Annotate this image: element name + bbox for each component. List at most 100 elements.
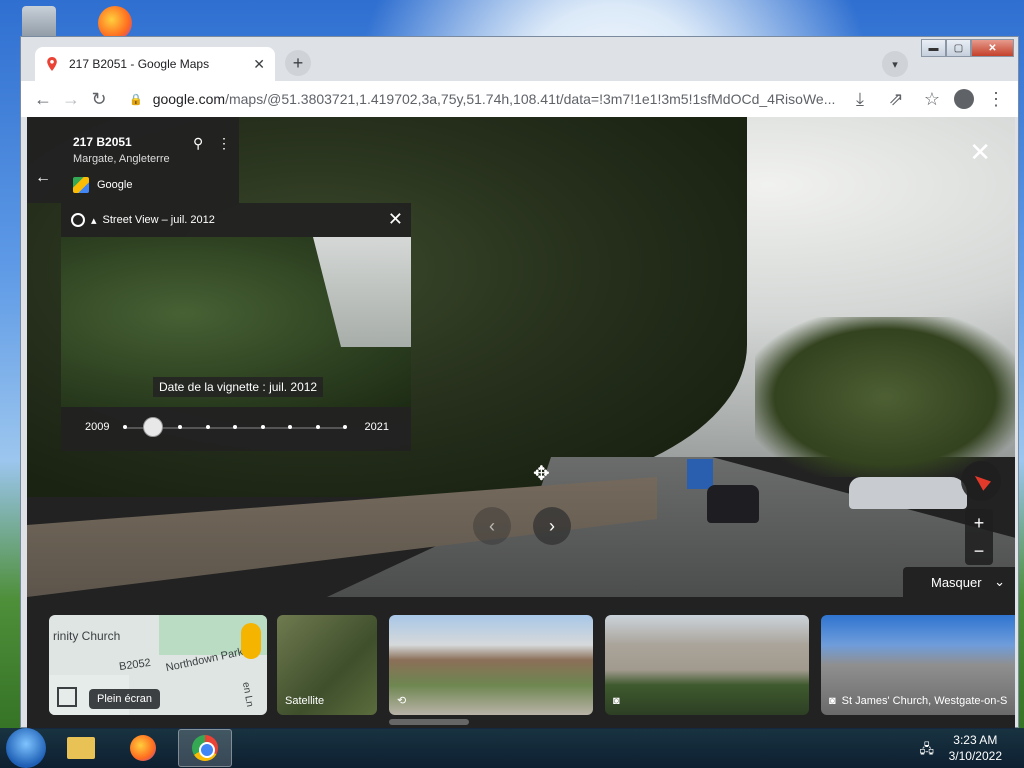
nav-prev-arrow[interactable]: ‹ bbox=[473, 507, 511, 545]
maximize-button[interactable]: ▢ bbox=[946, 39, 971, 57]
compass-icon[interactable] bbox=[961, 461, 1001, 501]
fullscreen-icon[interactable] bbox=[57, 687, 77, 707]
minimap-card[interactable]: rinity Church B2052 Northdown Park R en … bbox=[49, 615, 267, 715]
minimize-button[interactable]: ▬ bbox=[921, 39, 946, 57]
satellite-label: Satellite bbox=[285, 695, 325, 707]
pano-trees-right bbox=[755, 317, 1015, 477]
pegman-icon[interactable] bbox=[241, 623, 261, 659]
reload-button[interactable]: ↻ bbox=[85, 85, 113, 113]
photo-card-3-label: St James' Church, Westgate-on-S bbox=[841, 695, 1008, 707]
move-cursor-icon: ✥ bbox=[533, 463, 550, 485]
slider-knob[interactable] bbox=[142, 417, 163, 437]
map-label-lane: en Ln bbox=[239, 681, 256, 708]
timeline-slider[interactable]: 2009 2021 bbox=[61, 413, 411, 443]
source-label: Google bbox=[97, 179, 133, 191]
camera-icon: ◙ bbox=[829, 695, 836, 707]
nav-next-arrow[interactable]: › bbox=[533, 507, 571, 545]
slider-year-dot[interactable] bbox=[233, 425, 237, 429]
slider-year-dot[interactable] bbox=[205, 425, 210, 429]
timeline-header[interactable]: ▴ Street View – juil. 2012 bbox=[71, 213, 215, 227]
more-options-icon[interactable]: ⋮ bbox=[217, 135, 231, 152]
close-timeline-icon[interactable]: ✕ bbox=[388, 209, 403, 230]
new-tab-button[interactable]: + bbox=[285, 50, 311, 76]
zoom-control: + − bbox=[965, 509, 993, 565]
chrome-window: 217 B2051 - Google Maps ✕ + ▾ ▬ ▢ ✕ ← → … bbox=[20, 36, 1019, 729]
address-bar[interactable]: 🔒 google.com/maps/@51.3803721,1.419702,3… bbox=[121, 85, 838, 113]
clock-time: 3:23 AM bbox=[953, 733, 998, 747]
hide-label: Masquer bbox=[931, 574, 982, 590]
back-button[interactable]: ← bbox=[29, 85, 57, 113]
time-travel-panel: ▴ Street View – juil. 2012 ✕ Date de la … bbox=[61, 203, 411, 451]
chrome-menu-icon[interactable]: ⋮ bbox=[982, 85, 1010, 113]
slider-year-dot[interactable] bbox=[123, 425, 127, 429]
strip-scrollbar[interactable] bbox=[389, 719, 469, 725]
url-path: /maps/@51.3803721,1.419702,3a,75y,51.74h… bbox=[225, 91, 836, 107]
image-source: Google bbox=[73, 177, 132, 193]
location-pin-icon[interactable]: ⚲ bbox=[193, 135, 203, 152]
street-view-panorama[interactable]: ✕ ✥ ‹ › + − Masquer ⌄ ← 217 B2051 Margat… bbox=[27, 117, 1015, 597]
firefox-desktop-icon[interactable] bbox=[98, 6, 132, 40]
location-address: 217 B2051 bbox=[73, 135, 132, 149]
tab-google-maps[interactable]: 217 B2051 - Google Maps ✕ bbox=[35, 47, 275, 81]
back-arrow-icon[interactable]: ← bbox=[35, 169, 51, 187]
zoom-in-button[interactable]: + bbox=[974, 513, 985, 534]
close-window-button[interactable]: ✕ bbox=[971, 39, 1014, 57]
photo-card-2[interactable]: ◙ bbox=[605, 615, 809, 715]
location-city: Margate, Angleterre bbox=[73, 153, 170, 165]
close-street-view-icon[interactable]: ✕ bbox=[969, 137, 991, 168]
thumbnail-sky bbox=[313, 237, 411, 347]
url-host: google.com bbox=[152, 91, 226, 107]
pano-360-icon: ⟲ bbox=[397, 695, 407, 707]
slider-year-dot[interactable] bbox=[343, 425, 347, 429]
thumbnail-date-caption: Date de la vignette : juil. 2012 bbox=[153, 377, 324, 397]
google-logo-icon bbox=[73, 177, 89, 193]
tab-search-button[interactable]: ▾ bbox=[882, 51, 908, 77]
windows-taskbar: 🖧 3:23 AM 3/10/2022 bbox=[0, 728, 1024, 768]
photo-strip: rinity Church B2052 Northdown Park R en … bbox=[27, 597, 1015, 729]
lock-icon[interactable]: 🔒 bbox=[129, 93, 143, 106]
street-view-viewport[interactable]: ✕ ✥ ‹ › + − Masquer ⌄ ← 217 B2051 Margat… bbox=[27, 117, 1015, 729]
location-info-panel: ← 217 B2051 Margate, Angleterre Google ⚲… bbox=[27, 117, 239, 203]
chrome-icon bbox=[192, 735, 218, 761]
hide-strip-button[interactable]: Masquer ⌄ bbox=[903, 567, 1015, 597]
tab-strip: 217 B2051 - Google Maps ✕ + ▾ ▬ ▢ ✕ bbox=[21, 37, 1018, 81]
toolbar-actions: ⤓ ⇗ ☆ ⋮ bbox=[846, 85, 1010, 113]
system-clock[interactable]: 3:23 AM 3/10/2022 bbox=[949, 732, 1002, 764]
collapse-chevron-icon: ⌄ bbox=[994, 574, 1005, 589]
zoom-out-button[interactable]: − bbox=[974, 541, 985, 562]
map-label-road: B2052 bbox=[118, 656, 152, 674]
taskbar-explorer[interactable] bbox=[54, 729, 108, 767]
fullscreen-tooltip: Plein écran bbox=[89, 689, 161, 709]
tab-title: 217 B2051 - Google Maps bbox=[69, 57, 210, 71]
camera-icon: ◙ bbox=[613, 695, 620, 707]
install-icon[interactable]: ⤓ bbox=[846, 85, 874, 113]
timeline-thumbnail[interactable]: Date de la vignette : juil. 2012 bbox=[61, 237, 411, 407]
clock-date: 3/10/2022 bbox=[948, 749, 1002, 763]
photo-card-1[interactable]: ⟲ bbox=[389, 615, 593, 715]
satellite-card[interactable]: Satellite bbox=[277, 615, 377, 715]
taskbar-chrome[interactable] bbox=[178, 729, 232, 767]
share-icon[interactable]: ⇗ bbox=[882, 85, 910, 113]
taskbar-firefox[interactable] bbox=[116, 729, 170, 767]
forward-button[interactable]: → bbox=[57, 85, 85, 113]
network-icon[interactable]: 🖧 bbox=[920, 740, 935, 762]
bookmark-star-icon[interactable]: ☆ bbox=[918, 85, 946, 113]
recycle-bin-icon[interactable] bbox=[22, 6, 56, 40]
slider-year-dot[interactable] bbox=[288, 425, 292, 429]
slider-year-dot[interactable] bbox=[315, 425, 320, 429]
pano-car-dark bbox=[707, 485, 759, 523]
folder-icon bbox=[67, 737, 95, 759]
map-label-church: rinity Church bbox=[53, 629, 121, 643]
slider-year-dot[interactable] bbox=[178, 425, 182, 429]
pano-truck bbox=[687, 459, 713, 489]
timeline-caret-icon: ▴ bbox=[91, 214, 97, 227]
slider-year-dot[interactable] bbox=[260, 425, 265, 429]
compass-needle bbox=[971, 471, 991, 491]
window-controls: ▬ ▢ ✕ bbox=[921, 39, 1014, 57]
pano-car-silver bbox=[849, 477, 967, 509]
photo-card-3[interactable]: ◙ St James' Church, Westgate-on-S bbox=[821, 615, 1015, 715]
profile-avatar[interactable] bbox=[954, 89, 974, 109]
tab-close-icon[interactable]: ✕ bbox=[253, 56, 265, 73]
google-maps-favicon-icon bbox=[45, 57, 59, 71]
start-button[interactable] bbox=[6, 728, 46, 768]
